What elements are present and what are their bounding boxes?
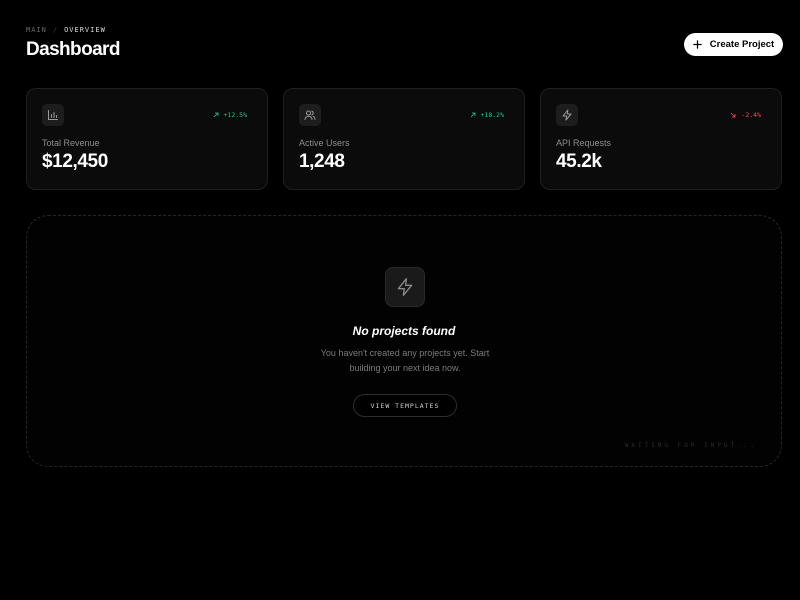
arrow-down-right-icon [731, 112, 736, 118]
arrow-up-right-icon [213, 112, 218, 118]
status-text: WAITING FOR INPUT... [624, 442, 757, 449]
stat-value: 45.2k [556, 151, 602, 172]
users-icon [299, 104, 321, 126]
lightning-icon [385, 267, 425, 307]
empty-state-description: You haven't created any projects yet. St… [320, 348, 490, 373]
trend-value: +18.2% [480, 111, 504, 119]
trend-badge: +18.2% [470, 111, 504, 119]
lightning-icon [556, 104, 578, 126]
breadcrumb-main[interactable]: MAIN [26, 26, 47, 34]
stat-label: API Requests [556, 138, 612, 148]
breadcrumb-overview: OVERVIEW [64, 26, 106, 34]
trend-value: -2.4% [741, 111, 761, 119]
page-title: Dashboard [26, 39, 120, 60]
create-project-label: Create Project [709, 39, 775, 50]
stat-card-api-requests: -2.4% API Requests 45.2k [540, 88, 782, 190]
stat-value: 1,248 [299, 151, 345, 172]
stat-card-revenue: +12.5% Total Revenue $12,450 [26, 88, 268, 190]
trend-badge: +12.5% [213, 111, 247, 119]
trend-badge: -2.4% [730, 111, 761, 119]
bar-chart-icon [42, 104, 64, 126]
stat-label: Total Revenue [42, 138, 100, 148]
stat-value: $12,450 [42, 151, 108, 172]
trend-value: +12.5% [223, 111, 247, 119]
breadcrumb-separator: / [52, 26, 59, 34]
plus-icon [693, 40, 702, 49]
empty-state-title: No projects found [352, 324, 456, 338]
dashboard-page: MAIN / OVERVIEW Dashboard Create Project… [0, 0, 800, 600]
breadcrumb: MAIN / OVERVIEW [26, 26, 106, 34]
view-templates-button[interactable]: VIEW TEMPLATES [353, 394, 457, 417]
create-project-button[interactable]: Create Project [684, 33, 783, 56]
arrow-up-right-icon [470, 112, 475, 118]
stat-card-users: +18.2% Active Users 1,248 [283, 88, 525, 190]
stat-label: Active Users [299, 138, 350, 148]
empty-state-panel: No projects found You haven't created an… [26, 215, 782, 467]
